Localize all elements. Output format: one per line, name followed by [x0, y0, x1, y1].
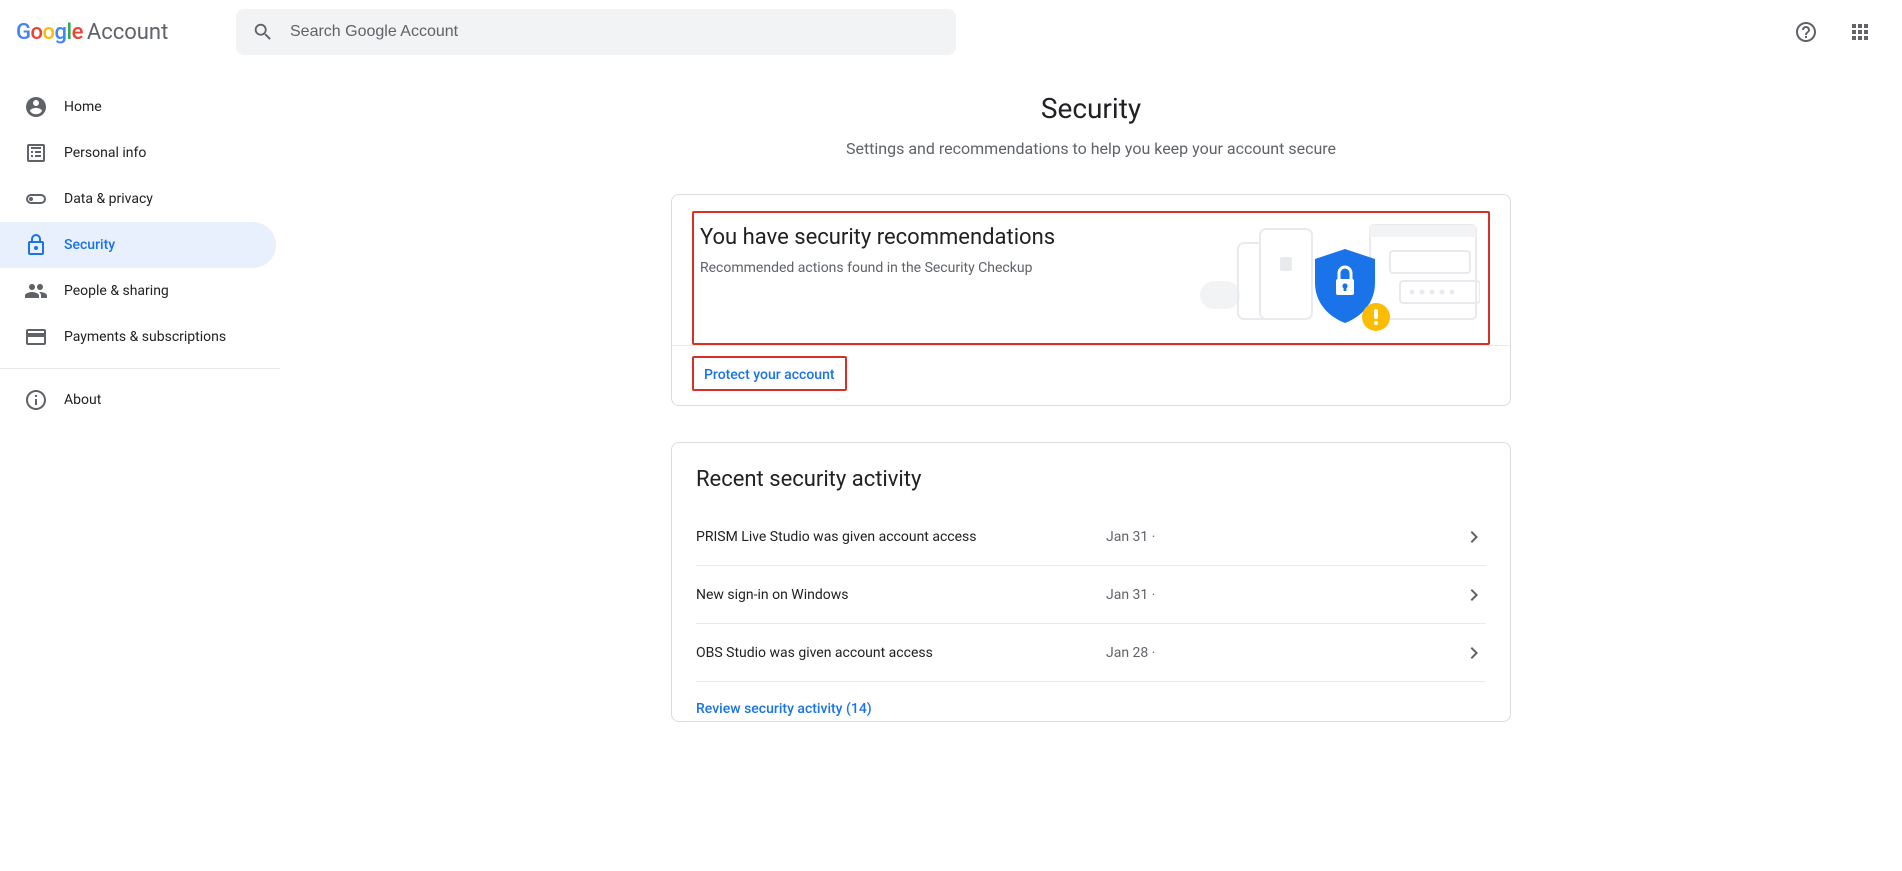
sidebar-divider [0, 368, 280, 369]
toggle-icon [24, 187, 48, 211]
apps-button[interactable] [1840, 12, 1880, 52]
recommendations-card: You have security recommendations Recomm… [671, 194, 1511, 406]
credit-card-icon [24, 325, 48, 349]
protect-account-button[interactable]: Protect your account [704, 367, 835, 383]
sidebar-item-label: Personal info [64, 145, 146, 161]
search-input[interactable] [290, 23, 940, 41]
account-circle-icon [24, 95, 48, 119]
activity-row[interactable]: PRISM Live Studio was given account acce… [696, 508, 1486, 566]
info-icon [24, 388, 48, 412]
activity-title: Recent security activity [672, 443, 1510, 508]
chevron-right-icon [1462, 525, 1486, 549]
logo[interactable]: Google Account [16, 20, 216, 45]
page-subtitle: Settings and recommendations to help you… [846, 139, 1336, 158]
main-content: Security Settings and recommendations to… [280, 64, 1902, 762]
sidebar-item-label: Payments & subscriptions [64, 329, 226, 345]
lock-icon [24, 233, 48, 257]
activity-desc: OBS Studio was given account access [696, 645, 1106, 661]
sidebar-item-security[interactable]: Security [0, 222, 276, 268]
sidebar-item-personal-info[interactable]: Personal info [0, 130, 276, 176]
sidebar-item-label: About [64, 392, 101, 408]
activity-date: Jan 31 [1106, 529, 1155, 545]
recommendations-subtitle: Recommended actions found in the Securit… [700, 260, 1055, 276]
sidebar-item-home[interactable]: Home [0, 84, 276, 130]
sidebar-item-people-sharing[interactable]: People & sharing [0, 268, 276, 314]
security-illustration [1190, 221, 1480, 331]
protect-account-highlight: Protect your account [692, 356, 847, 391]
google-logo: Google [16, 20, 83, 45]
help-icon [1794, 20, 1818, 44]
id-card-icon [24, 141, 48, 165]
people-icon [24, 279, 48, 303]
search-icon [252, 21, 274, 43]
activity-card: Recent security activity PRISM Live Stud… [671, 442, 1511, 722]
recommendations-highlight: You have security recommendations Recomm… [692, 211, 1490, 345]
sidebar: Home Personal info Data & privacy Securi… [0, 64, 280, 762]
sidebar-item-label: Home [64, 99, 102, 115]
sidebar-item-about[interactable]: About [0, 377, 276, 423]
activity-date: Jan 31 [1106, 587, 1155, 603]
search-box[interactable] [236, 9, 956, 55]
sidebar-item-label: Data & privacy [64, 191, 153, 207]
apps-icon [1848, 20, 1872, 44]
activity-desc: PRISM Live Studio was given account acce… [696, 529, 1106, 545]
sidebar-item-label: Security [64, 237, 115, 253]
page-title: Security [1041, 92, 1141, 125]
logo-product-label: Account [87, 20, 168, 45]
sidebar-item-data-privacy[interactable]: Data & privacy [0, 176, 276, 222]
sidebar-item-payments[interactable]: Payments & subscriptions [0, 314, 276, 360]
review-activity-button[interactable]: Review security activity (14) [696, 701, 872, 717]
chevron-right-icon [1462, 641, 1486, 665]
sidebar-item-label: People & sharing [64, 283, 169, 299]
activity-row[interactable]: OBS Studio was given account access Jan … [696, 624, 1486, 682]
help-button[interactable] [1786, 12, 1826, 52]
activity-row[interactable]: New sign-in on Windows Jan 31 [696, 566, 1486, 624]
activity-desc: New sign-in on Windows [696, 587, 1106, 603]
recommendations-title: You have security recommendations [700, 225, 1055, 250]
chevron-right-icon [1462, 583, 1486, 607]
activity-date: Jan 28 [1106, 645, 1155, 661]
